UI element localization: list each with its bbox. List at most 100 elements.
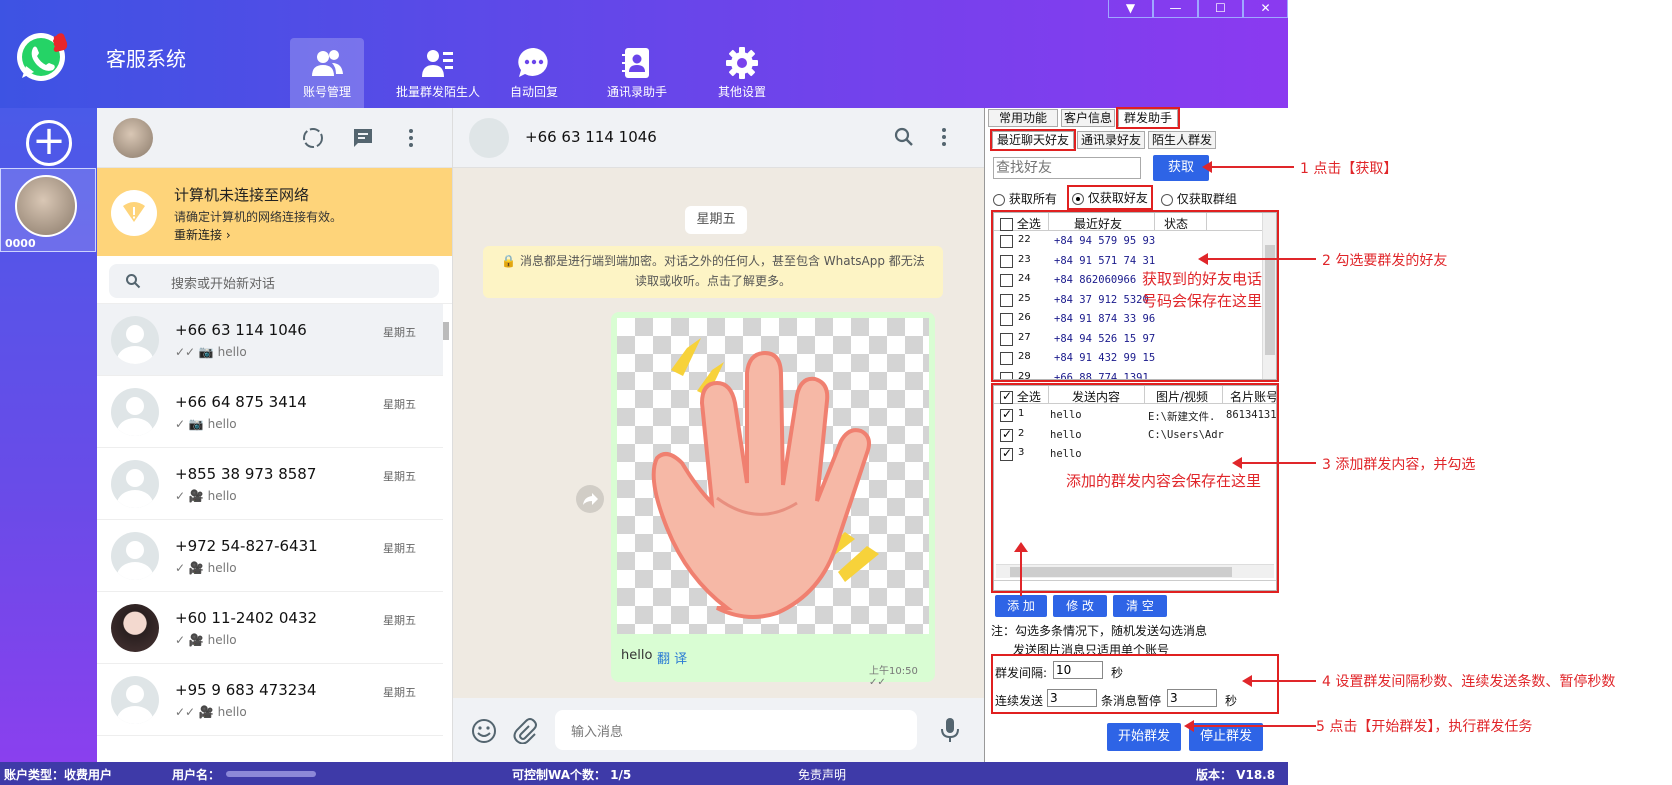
friend-row[interactable]: 26 +84 91 874 33 96 [1000,312,1260,332]
tab-bulk-send-assistant[interactable]: 群发助手 [1116,107,1180,129]
header-label: 状态 [1164,217,1189,231]
chat-list-item[interactable]: +66 64 875 3414 星期五 ✓ 📷 hello [97,376,443,448]
annotation-step-4: 4 设置群发间隔秒数、连续发送条数、暂停秒数 [1322,674,1616,690]
app-title: 客服系统 [106,47,186,71]
version: 版本： V18.8 [1196,768,1276,782]
menu-dots-icon[interactable] [399,126,423,150]
chat-list-item[interactable]: +66 63 114 1046 星期五 ✓✓ 📷 hello [97,304,443,376]
header-label: 名片账号 [1230,390,1277,404]
message-image[interactable] [617,318,929,634]
content-row[interactable]: 1 hello E:\新建文件. 86134131 [1000,407,1277,428]
nav-other-settings[interactable]: 其他设置 [710,38,774,108]
stop-bulk-send-button[interactable]: 停止群发 [1189,723,1263,751]
subtab-strangers[interactable]: 陌生人群发 [1148,131,1216,149]
subtab-recent-chats[interactable]: 最近聊天好友 [990,129,1076,151]
edit-content-button[interactable]: 修 改 [1053,595,1107,617]
my-avatar[interactable] [113,118,153,158]
status-icon[interactable] [301,126,325,150]
message-bubble[interactable]: hello 翻 译 上午10:50 ✓✓ [611,312,935,688]
content-media: E:\新建文件. [1148,411,1216,423]
warning-icon [111,190,157,236]
pause-seconds-input[interactable] [1167,689,1217,707]
start-bulk-send-button[interactable]: 开始群发 [1107,723,1181,751]
friend-phone: +84 91 571 74 31 [1054,254,1156,267]
row-id: 29 [1018,370,1031,380]
nav-auto-reply[interactable]: 自动回复 [502,38,566,108]
contents-saved-note: 添加的群发内容会保存在这里 [1066,472,1262,490]
chat-list-item[interactable]: +60 11-2402 0432 星期五 ✓ 🎥 hello [97,592,443,664]
menu-dots-icon[interactable] [933,126,955,148]
username-redacted [226,771,316,777]
row-id: 26 [1018,312,1031,323]
disclaimer-link[interactable]: 免责声明 [798,766,846,783]
tab-common-functions[interactable]: 常用功能 [988,109,1058,127]
maximize-button[interactable]: ☐ [1198,0,1243,18]
new-chat-icon[interactable] [351,126,375,150]
annotation-arrow [1184,720,1316,732]
account-item[interactable]: 0000 [0,168,96,252]
minimize-button[interactable]: — [1153,0,1198,18]
content-list-hscrollbar[interactable] [996,564,1274,578]
fetch-button[interactable]: 获取 [1153,155,1209,181]
close-button[interactable]: ✕ [1243,0,1288,18]
chat-list-scrollbar[interactable] [443,322,449,340]
search-icon[interactable] [893,126,915,148]
find-friend-input[interactable] [993,157,1141,179]
radio-fetch-all[interactable]: 获取所有 [993,190,1057,207]
tab-customer-info[interactable]: 客户信息 [1061,109,1115,127]
interval-input[interactable] [1053,661,1103,679]
chat-list-header [97,108,452,168]
translate-link[interactable]: 翻 译 [657,648,687,667]
chat-last-message: ✓ 🎥 hello [175,561,237,575]
friend-row[interactable]: 28 +84 91 432 99 15 [1000,351,1260,371]
avatar [111,316,159,364]
chat-list-item[interactable]: +95 9 683 473234 星期五 ✓✓ 🎥 hello [97,664,443,736]
add-content-button[interactable]: 添 加 [995,595,1047,617]
message-input[interactable]: 输入消息 [555,710,917,750]
conversation-title: +66 63 114 1046 [525,128,657,146]
network-warning-desc: 请确定计算机的网络连接有效。 [174,210,343,224]
chat-bubble-icon [518,47,548,77]
content-list-table: 全选 发送内容 图片/视频 名片账号 1 hello E:\新建文件. 8613413… [991,383,1279,593]
avatar [111,460,159,508]
continuous-count-input[interactable] [1047,689,1097,707]
subtab-contacts[interactable]: 通讯录好友 [1077,131,1145,149]
friend-list-scrollbar[interactable] [1262,213,1276,379]
controllable-count: 可控制WA个数： 1/5 [512,768,632,782]
friend-row[interactable]: 27 +84 94 526 15 97 [1000,332,1260,352]
reconnect-link[interactable]: 重新连接 › [174,226,231,243]
overlay-line: 获取到的好友电话 [1142,270,1263,288]
annotation-step-2: 2 勾选要群发的好友 [1322,253,1448,269]
nav-bulk-send-strangers[interactable]: 批量群发陌生人 [388,38,488,108]
clear-content-button[interactable]: 清 空 [1113,595,1167,617]
avatar[interactable] [469,118,509,158]
nav-label: 批量群发陌生人 [395,85,480,99]
content-text: hello [1050,409,1082,421]
friend-phone: +84 37 912 5320 [1054,293,1149,306]
encryption-notice[interactable]: 🔒 消息都是进行端到端加密。对话之外的任何人，甚至包含 WhatsApp 都无法… [483,246,943,298]
forward-icon[interactable] [576,485,604,513]
friend-row[interactable]: 22 +84 94 579 95 93 [1000,234,1260,254]
add-account-button[interactable]: + [26,120,72,166]
conversation-header: +66 63 114 1046 [453,108,984,168]
menu-dropdown-button[interactable]: ▼ [1108,0,1153,18]
chat-list-item[interactable]: +855 38 973 8587 星期五 ✓ 🎥 hello [97,448,443,520]
radio-friends-only[interactable]: 仅获取好友 [1067,185,1153,210]
chat-list-item[interactable]: +972 54-827-6431 星期五 ✓ 🎥 hello [97,520,443,592]
microphone-icon[interactable] [938,716,962,744]
send-settings: 群发间隔: 秒 连续发送 条消息暂停 秒 [991,654,1279,714]
search-input[interactable]: 搜索或开始新对话 [109,264,439,298]
content-row[interactable]: 2 hello C:\Users\Adr [1000,427,1276,448]
emoji-icon[interactable] [471,718,497,744]
fetch-mode-group: 获取所有 仅获取好友 仅获取群组 [993,185,1283,210]
app-window: 客服系统 账号管理 批量群发陌生人 自动回复 通讯录助手 其他设置 ▼ — ☐ … [0,0,1288,785]
content-card: 86134131 [1226,409,1277,421]
radio-groups-only[interactable]: 仅获取群组 [1161,190,1237,207]
nav-account-management[interactable]: 账号管理 [290,38,364,108]
select-all-friends-checkbox[interactable]: 全选 [1000,215,1041,232]
annotation-step-5: 5 点击【开始群发】，执行群发任务 [1316,719,1533,735]
attach-icon[interactable] [511,718,537,744]
friend-row[interactable]: 29 +66 88 774 1391 [1000,370,1260,380]
nav-contacts-helper[interactable]: 通讯录助手 [592,38,682,108]
select-all-contents-checkbox[interactable]: 全选 [1000,388,1041,405]
